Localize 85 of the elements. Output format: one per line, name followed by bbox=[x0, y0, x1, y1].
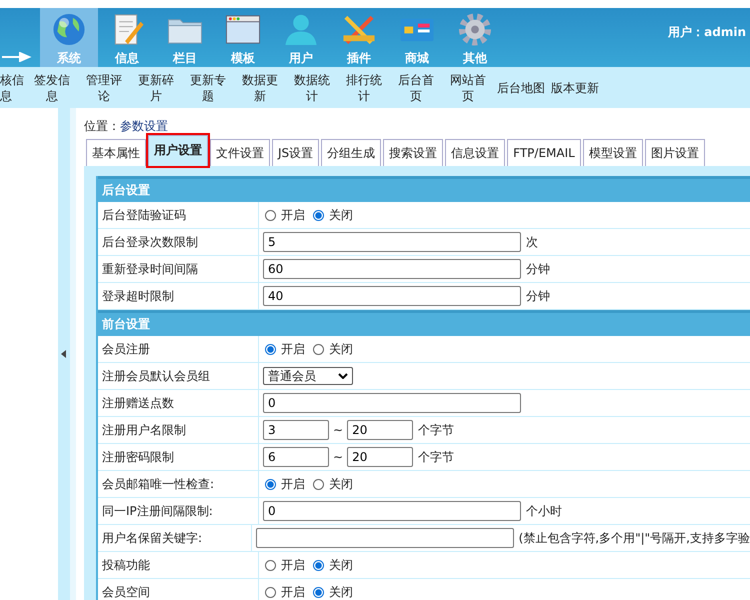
input-field[interactable]: 3 bbox=[263, 420, 329, 440]
subnav-link[interactable]: 网站首页 bbox=[442, 72, 494, 104]
field-label: 注册会员默认会员组 bbox=[98, 363, 259, 389]
section-header: 后台设置 bbox=[98, 176, 750, 202]
radio-label: 开启 bbox=[281, 340, 305, 358]
settings-tab[interactable]: 分组生成 bbox=[321, 139, 382, 166]
settings-tab[interactable]: JS设置 bbox=[272, 139, 320, 166]
radio-button[interactable] bbox=[313, 478, 324, 490]
field-label: 同一IP注册间隔限制: bbox=[98, 498, 259, 524]
range-separator: ~ bbox=[333, 423, 344, 437]
subnav-link[interactable]: 排行统计 bbox=[338, 72, 390, 104]
input-field[interactable]: 0 bbox=[263, 501, 521, 521]
radio-button[interactable] bbox=[265, 560, 276, 570]
subnav-link[interactable]: 管理评论 bbox=[78, 72, 130, 104]
field-label: 会员注册 bbox=[98, 336, 259, 362]
field-label: 会员空间 bbox=[98, 579, 259, 600]
input-field[interactable]: 0 bbox=[263, 393, 521, 413]
settings-tab[interactable]: 搜索设置 bbox=[383, 139, 444, 166]
subnav-link[interactable]: 版本更新 bbox=[548, 80, 602, 96]
input-field[interactable]: 20 bbox=[347, 420, 414, 440]
radio-label: 关闭 bbox=[329, 206, 353, 224]
range-separator: ~ bbox=[333, 450, 344, 464]
radio-button[interactable] bbox=[265, 478, 276, 490]
breadcrumb-link[interactable]: 参数设置 bbox=[120, 119, 168, 133]
radio-label: 开启 bbox=[281, 584, 305, 600]
subnav-link[interactable]: 更新专题 bbox=[182, 72, 234, 104]
settings-tab[interactable]: 信息设置 bbox=[445, 139, 506, 166]
radio-button[interactable] bbox=[265, 344, 276, 354]
radio-button[interactable] bbox=[313, 560, 324, 570]
chevron-down-icon bbox=[338, 373, 348, 379]
subnav-link[interactable]: 后台首页 bbox=[390, 72, 442, 104]
section-header: 前台设置 bbox=[98, 310, 750, 336]
radio-label: 关闭 bbox=[329, 584, 353, 600]
field-label: 后台登录次数限制 bbox=[98, 229, 259, 255]
radio-button[interactable] bbox=[265, 210, 276, 220]
input-field[interactable]: 60 bbox=[263, 259, 521, 279]
field-label: 登录超时限制 bbox=[98, 283, 259, 309]
field-label: 投稿功能 bbox=[98, 552, 259, 578]
input-field[interactable] bbox=[256, 528, 514, 548]
radio-button[interactable] bbox=[313, 210, 324, 220]
radio-label: 关闭 bbox=[329, 556, 353, 574]
radio-button[interactable] bbox=[265, 586, 276, 598]
settings-tab[interactable]: 用户设置 bbox=[148, 135, 208, 166]
field-label: 注册赠送点数 bbox=[98, 390, 259, 416]
radio-label: 开启 bbox=[281, 476, 305, 492]
settings-tab[interactable]: 模型设置 bbox=[582, 139, 643, 166]
settings-tab[interactable]: 基本属性 bbox=[86, 139, 146, 166]
subnav-link[interactable]: 更新碎片 bbox=[130, 72, 182, 104]
field-label: 后台登陆验证码 bbox=[98, 202, 259, 228]
subnav-link[interactable]: 后台地图 bbox=[494, 80, 548, 96]
user-label: 用户： bbox=[668, 25, 704, 39]
field-label: 重新登录时间间隔 bbox=[98, 256, 259, 282]
unit-label: 分钟 bbox=[526, 260, 550, 278]
arrow-icon bbox=[2, 52, 32, 62]
radio-label: 关闭 bbox=[329, 340, 353, 358]
unit-label: 个小时 bbox=[526, 502, 562, 520]
subnav-link[interactable]: 数据更新 bbox=[234, 72, 286, 104]
field-label: 用户名保留关键字: bbox=[98, 525, 252, 551]
unit-label: 个字节 bbox=[418, 448, 454, 466]
user-name: admin bbox=[704, 25, 746, 39]
radio-label: 开启 bbox=[281, 206, 305, 224]
collapse-icon bbox=[61, 350, 67, 358]
settings-tab[interactable]: FTP/EMAIL bbox=[507, 139, 581, 166]
input-field[interactable]: 5 bbox=[263, 232, 521, 252]
settings-tab[interactable]: 图片设置 bbox=[644, 139, 705, 166]
field-label: 注册用户名限制 bbox=[98, 417, 259, 443]
unit-label: 次 bbox=[526, 234, 538, 250]
input-field[interactable]: 20 bbox=[347, 447, 414, 467]
unit-label: (禁止包含字符,多个用"|"号隔开,支持多字验 bbox=[518, 530, 750, 546]
location-label: 位置： bbox=[84, 119, 120, 133]
radio-label: 关闭 bbox=[329, 476, 353, 492]
unit-label: 分钟 bbox=[526, 288, 550, 304]
input-field[interactable]: 40 bbox=[263, 286, 521, 306]
radio-button[interactable] bbox=[313, 344, 324, 354]
input-field[interactable]: 6 bbox=[263, 447, 329, 467]
group-select[interactable]: 普通会员 bbox=[263, 367, 353, 385]
radio-button[interactable] bbox=[313, 586, 324, 598]
unit-label: 个字节 bbox=[418, 422, 454, 438]
settings-tab[interactable]: 文件设置 bbox=[210, 139, 270, 166]
field-label: 注册密码限制 bbox=[98, 444, 259, 470]
subnav-link[interactable]: 签发信息 bbox=[26, 72, 78, 104]
radio-label: 开启 bbox=[281, 556, 305, 574]
subnav-link[interactable]: 数据统计 bbox=[286, 72, 338, 104]
subnav-link[interactable]: 核信息 bbox=[0, 72, 26, 104]
field-label: 会员邮箱唯一性检查: bbox=[98, 471, 259, 497]
